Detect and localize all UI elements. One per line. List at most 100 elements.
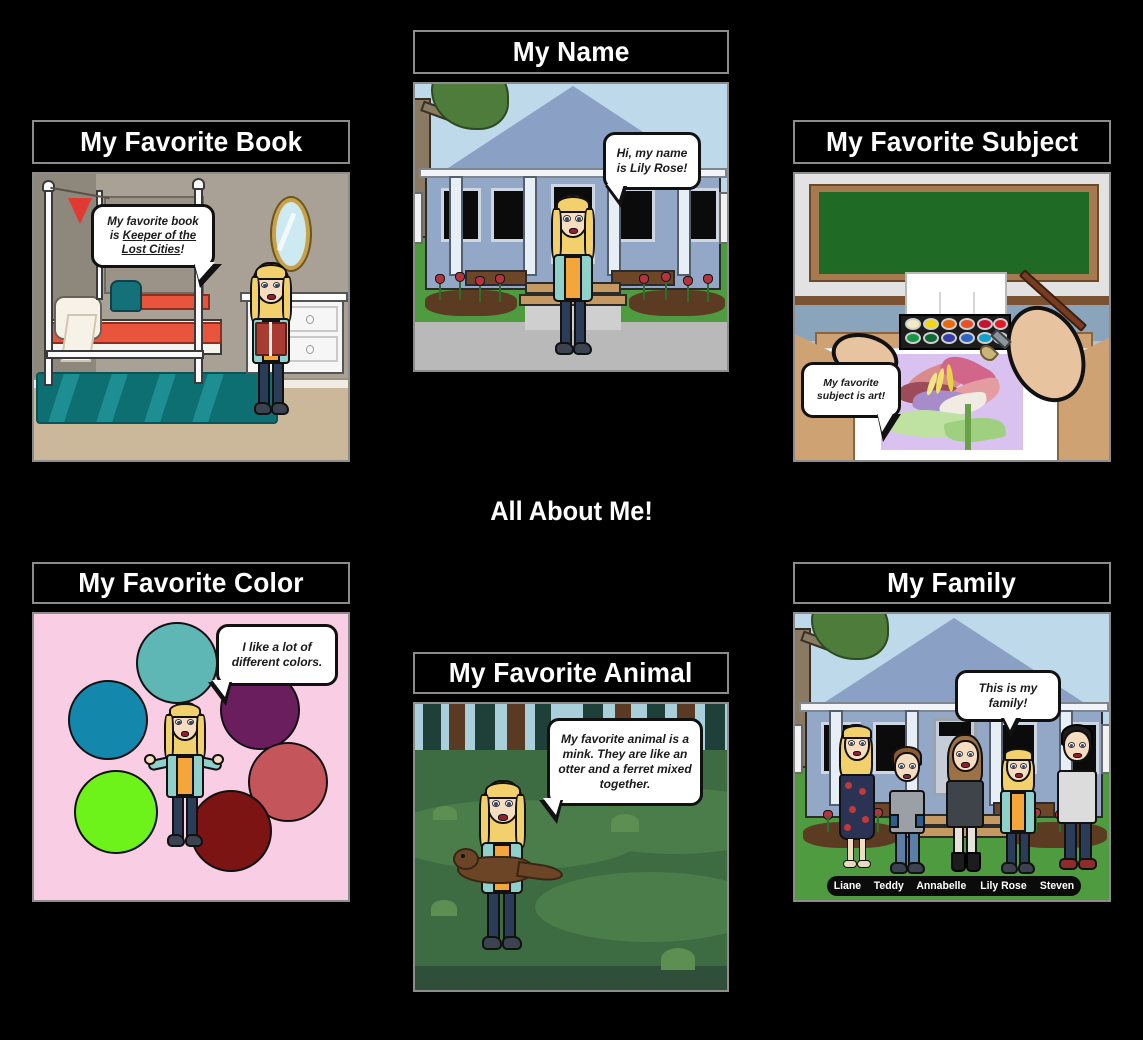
- family-member-teddy: [883, 746, 931, 876]
- hair-fringe: [1004, 748, 1033, 761]
- porch-column-midleft: [523, 176, 537, 276]
- leg-left: [560, 300, 572, 346]
- shoe-right: [502, 936, 522, 950]
- fence-right: [719, 192, 727, 244]
- dress-pattern: [859, 788, 866, 795]
- leg-right: [574, 300, 586, 346]
- pupil-right: [507, 802, 511, 806]
- bed-post-right-finial: [192, 178, 205, 190]
- character-lily-rose: [543, 194, 601, 355]
- hair-strand-right: [515, 794, 526, 848]
- character-lily-rose: [453, 780, 564, 958]
- mouth: [498, 814, 508, 821]
- tulip-head: [703, 274, 713, 284]
- hair-strand-right: [584, 208, 595, 260]
- dress-pattern: [844, 824, 851, 831]
- bubble-text-suffix: !: [180, 244, 185, 257]
- book-spine: [269, 322, 272, 356]
- character-lily-rose: [242, 262, 300, 422]
- bubble-tail-inner: [877, 412, 894, 432]
- tulip-head: [495, 274, 505, 284]
- leg-left: [1006, 832, 1017, 866]
- paint-pan: [941, 318, 957, 330]
- shoe-right: [573, 342, 592, 355]
- pupil-right: [577, 217, 581, 221]
- hair-fringe: [169, 703, 201, 718]
- speech-bubble-my-name: Hi, my name is Lily Rose!: [603, 132, 701, 190]
- tulip-head: [683, 276, 693, 286]
- dresser-knob-upper: [306, 315, 314, 324]
- grass-tuft: [611, 814, 639, 832]
- shoe-left: [482, 936, 502, 950]
- jeans-right: [908, 832, 920, 866]
- pupil-left: [1012, 764, 1015, 768]
- paint-box-lid: [905, 272, 1007, 318]
- leg-left: [258, 362, 270, 406]
- grass-tuft: [431, 900, 457, 916]
- panel-title-text: My Favorite Animal: [449, 657, 693, 688]
- tree-trunk: [423, 704, 441, 756]
- family-member-liane: [831, 724, 883, 874]
- panel-title-text: My Favorite Book: [79, 126, 303, 157]
- pupil-right: [969, 752, 972, 756]
- family-name-label: Liane: [833, 880, 861, 892]
- panel-title-favorite-subject: My Favorite Subject: [793, 120, 1111, 164]
- tulip-head: [475, 276, 485, 286]
- mink-head: [453, 848, 479, 870]
- pupil-left: [177, 720, 181, 724]
- board-title: All About Me!: [490, 496, 653, 526]
- panel-favorite-animal[interactable]: My favorite animal is a mink. They are l…: [413, 702, 729, 992]
- mouth: [569, 228, 578, 234]
- shirt: [1010, 792, 1026, 832]
- panel-my-name[interactable]: Hi, my name is Lily Rose!: [413, 82, 729, 372]
- scene-bedroom: My favorite book is Keeper of the Lost C…: [34, 174, 348, 460]
- character-lily-rose: [144, 702, 224, 850]
- hair-fringe: [842, 725, 872, 739]
- shoe-left: [555, 342, 574, 355]
- pupil-left: [1070, 743, 1073, 747]
- panel-favorite-book[interactable]: My favorite book is Keeper of the Lost C…: [32, 172, 350, 462]
- family-member-annabelle: [937, 734, 993, 878]
- mouth: [181, 731, 189, 737]
- paint-pan: [905, 332, 921, 344]
- flower-stem: [965, 404, 971, 450]
- shirt-cuff-left: [889, 814, 899, 828]
- panel-title-favorite-color: My Favorite Color: [32, 562, 350, 604]
- hair-strand-left: [479, 794, 490, 848]
- bubble-tail-inner: [543, 798, 561, 815]
- family-member-steven: [1051, 724, 1103, 876]
- jeans-left: [895, 832, 907, 866]
- pupil-right: [275, 283, 279, 287]
- bunting-flag: [68, 198, 92, 224]
- tree-trunk: [507, 704, 525, 756]
- hair-strand-left: [551, 208, 562, 260]
- panel-favorite-subject[interactable]: My favorite subject is art!: [793, 172, 1111, 462]
- pupil-left: [565, 217, 569, 221]
- panel-favorite-color[interactable]: I like a lot of different colors.: [32, 612, 350, 902]
- mouth: [903, 774, 911, 779]
- family-name-bar: Liane Teddy Annabelle Lily Rose Steven: [827, 876, 1081, 896]
- shoe-right: [907, 862, 925, 874]
- mouth: [961, 762, 970, 768]
- scene-forest: My favorite animal is a mink. They are l…: [415, 704, 727, 990]
- hand-left: [144, 754, 156, 765]
- pupil-right: [1022, 764, 1025, 768]
- shoe-right: [1018, 862, 1035, 874]
- leg-left: [487, 892, 500, 940]
- shoe-left: [1001, 862, 1018, 874]
- tulip-head: [639, 274, 649, 284]
- panel-title-my-family: My Family: [793, 562, 1111, 604]
- grass-tuft: [433, 806, 457, 820]
- scene-house-front-family: This is my family! Liane Teddy Annabelle…: [795, 614, 1109, 900]
- shoe-left: [1059, 858, 1078, 870]
- bubble-text: My favorite animal is a mink. They are l…: [558, 732, 692, 791]
- panel-title-my-name: My Name: [413, 30, 729, 74]
- panel-title-text: My Favorite Color: [78, 567, 304, 598]
- mouth: [853, 751, 861, 756]
- boot-right: [966, 852, 981, 872]
- tulip-head: [455, 272, 465, 282]
- panel-title-text: My Name: [512, 36, 630, 67]
- dress-pattern: [849, 806, 856, 813]
- pupil-right: [1081, 743, 1084, 747]
- panel-my-family[interactable]: This is my family! Liane Teddy Annabelle…: [793, 612, 1111, 902]
